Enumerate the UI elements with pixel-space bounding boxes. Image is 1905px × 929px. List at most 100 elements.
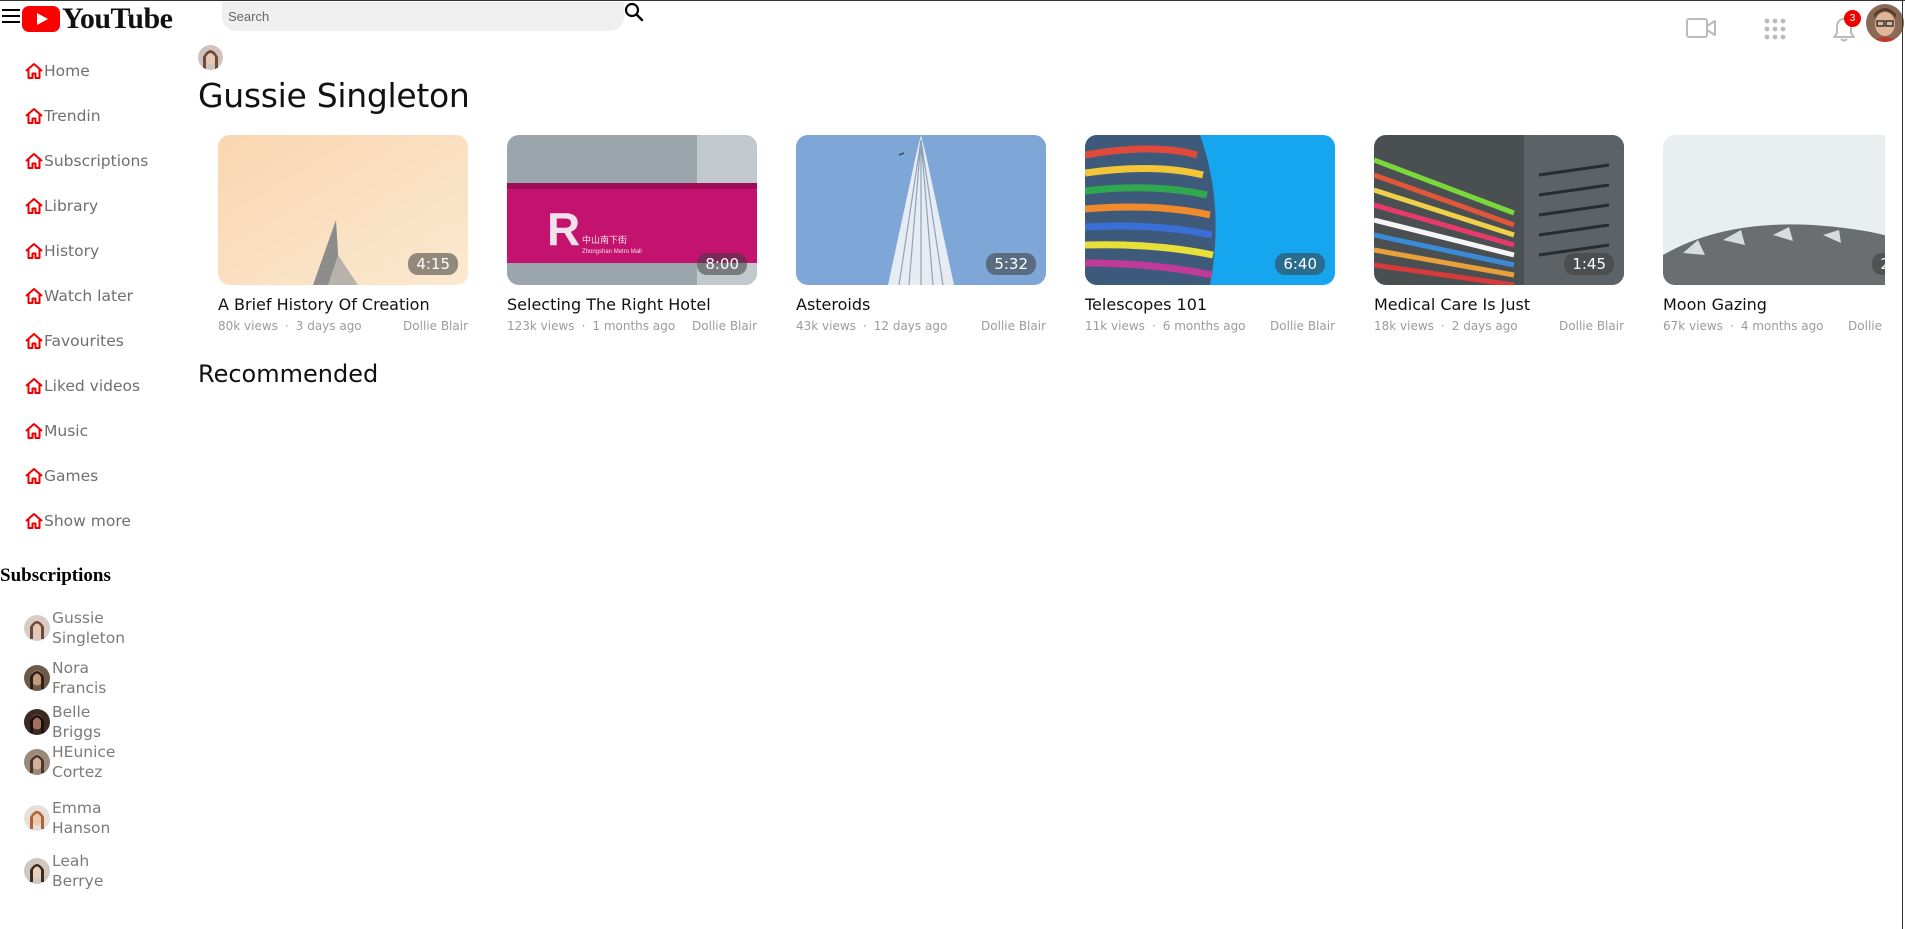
home-icon xyxy=(24,61,44,81)
subscription-avatar xyxy=(24,709,50,735)
youtube-logo[interactable]: YouTube xyxy=(22,0,173,38)
video-card[interactable]: 2: Moon Gazing 67k views · 4 months ago Dolli… xyxy=(1663,135,1885,333)
video-thumbnail[interactable]: 5:32 xyxy=(796,135,1046,285)
subscription-name: Emma Hanson xyxy=(52,799,111,837)
sidebar-item-games[interactable]: Games xyxy=(0,453,185,498)
video-title[interactable]: Selecting The Right Hotel xyxy=(507,295,757,314)
video-author[interactable]: Dollie Blair xyxy=(692,319,757,333)
recommended-heading: Recommended xyxy=(198,360,379,388)
logo-text: YouTube xyxy=(62,2,173,35)
subscription-item[interactable]: Emma Hanson xyxy=(0,798,142,838)
video-card[interactable]: R 中山南下街 Zhongshan Metro Mall 8:00 Selecting … xyxy=(507,135,757,333)
window-top-border xyxy=(0,0,1905,1)
video-thumbnail[interactable]: 1:45 xyxy=(1374,135,1624,285)
video-thumbnail[interactable]: 6:40 xyxy=(1085,135,1335,285)
video-thumbnail[interactable]: 4:15 xyxy=(218,135,468,285)
home-icon xyxy=(24,196,44,216)
home-icon xyxy=(24,106,44,126)
create-video-icon[interactable] xyxy=(1686,17,1716,39)
search-input[interactable] xyxy=(222,2,608,31)
video-meta: 123k views · 1 months ago Dollie Blair xyxy=(507,319,757,333)
notification-count-badge: 3 xyxy=(1844,10,1861,27)
video-card[interactable]: 6:40 Telescopes 101 11k views · 6 months ago… xyxy=(1085,135,1335,333)
subscription-item[interactable]: Gussie Singleton xyxy=(0,608,142,648)
subscription-name: Gussie Singleton xyxy=(52,609,126,647)
video-thumbnail[interactable]: 2: xyxy=(1663,135,1885,285)
video-title[interactable]: A Brief History Of Creation xyxy=(218,295,468,314)
video-age: 12 days ago xyxy=(873,319,948,333)
video-title[interactable]: Moon Gazing xyxy=(1663,295,1885,314)
video-author[interactable]: Dollie Blair xyxy=(1270,319,1335,333)
video-author[interactable]: Dollie Blair xyxy=(981,319,1046,333)
user-avatar[interactable] xyxy=(1866,4,1904,42)
video-views: 80k views xyxy=(218,319,278,333)
sidebar-item-music[interactable]: Music xyxy=(0,408,185,453)
home-icon xyxy=(24,376,44,396)
subscription-avatar xyxy=(24,665,50,691)
channel-avatar[interactable] xyxy=(198,45,223,70)
subscription-item[interactable]: Leah Berrye xyxy=(0,851,142,891)
search-box xyxy=(222,2,624,31)
video-meta: 43k views · 12 days ago Dollie Blair xyxy=(796,319,1046,333)
sidebar-item-liked-videos[interactable]: Liked videos xyxy=(0,363,185,408)
separator-dot: · xyxy=(1729,319,1734,333)
menu-icon[interactable] xyxy=(2,9,20,25)
subscription-avatar xyxy=(24,749,50,775)
separator-dot: · xyxy=(581,319,586,333)
video-title[interactable]: Telescopes 101 xyxy=(1085,295,1335,314)
video-thumbnail[interactable]: R 中山南下街 Zhongshan Metro Mall 8:00 xyxy=(507,135,757,285)
separator-dot: · xyxy=(1151,319,1156,333)
video-card[interactable]: 1:45 Medical Care Is Just 18k views · 2 days… xyxy=(1374,135,1624,333)
sidebar-item-label: Games xyxy=(44,466,99,485)
video-title[interactable]: Medical Care Is Just xyxy=(1374,295,1624,314)
sidebar-nav: Home Trendin Subscriptions Library History Wa… xyxy=(0,48,185,543)
subscription-item[interactable]: Belle Briggs xyxy=(0,702,142,742)
sidebar-item-library[interactable]: Library xyxy=(0,183,185,228)
subscription-avatar xyxy=(24,805,50,831)
sidebar-item-trendin[interactable]: Trendin xyxy=(0,93,185,138)
video-card[interactable]: 4:15 A Brief History Of Creation 80k views… xyxy=(218,135,468,333)
sidebar-item-label: Music xyxy=(44,421,89,440)
video-views: 43k views xyxy=(796,319,856,333)
video-card[interactable]: 5:32 Asteroids 43k views · 12 days ago Dollie… xyxy=(796,135,1046,333)
video-author[interactable]: Dollie Blair xyxy=(403,319,468,333)
scrollbar-edge xyxy=(1902,0,1903,929)
subscription-name: Belle Briggs xyxy=(52,703,102,741)
video-title[interactable]: Asteroids xyxy=(796,295,1046,314)
svg-text:Zhongshan Metro Mall: Zhongshan Metro Mall xyxy=(582,249,642,255)
sidebar-item-label: Watch later xyxy=(44,286,133,305)
video-duration: 1:45 xyxy=(1564,253,1614,275)
video-duration: 4:15 xyxy=(408,253,458,275)
video-meta: 18k views · 2 days ago Dollie Blair xyxy=(1374,319,1624,333)
video-views: 67k views xyxy=(1663,319,1723,333)
sidebar-item-show-more[interactable]: Show more xyxy=(0,498,185,543)
video-duration: 5:32 xyxy=(986,253,1036,275)
sidebar-item-favourites[interactable]: Favourites xyxy=(0,318,185,363)
video-age: 2 days ago xyxy=(1451,319,1518,333)
play-logo-icon xyxy=(22,6,60,32)
search-icon[interactable] xyxy=(624,2,644,22)
separator-dot: · xyxy=(284,319,289,333)
sidebar-item-history[interactable]: History xyxy=(0,228,185,273)
channel-name: Gussie Singleton xyxy=(198,76,470,115)
video-age: 6 months ago xyxy=(1162,319,1246,333)
video-age: 1 months ago xyxy=(592,319,676,333)
separator-dot: · xyxy=(1440,319,1445,333)
video-author[interactable]: Dollie Blair xyxy=(1559,319,1624,333)
sidebar-item-label: Home xyxy=(44,61,90,80)
sidebar-item-home[interactable]: Home xyxy=(0,48,185,93)
sidebar-item-label: Subscriptions xyxy=(44,151,149,170)
sidebar-item-subscriptions[interactable]: Subscriptions xyxy=(0,138,185,183)
subscription-item[interactable]: HEunice Cortez xyxy=(0,742,142,782)
video-author[interactable]: Dollie Blair xyxy=(1848,319,1885,333)
video-shelf: 4:15 A Brief History Of Creation 80k views… xyxy=(218,135,1885,345)
video-views: 18k views xyxy=(1374,319,1434,333)
home-icon xyxy=(24,241,44,261)
sidebar-item-label: History xyxy=(44,241,100,260)
sidebar-item-watch-later[interactable]: Watch later xyxy=(0,273,185,318)
home-icon xyxy=(24,421,44,441)
apps-grid-icon[interactable] xyxy=(1763,17,1787,41)
subscription-item[interactable]: Nora Francis xyxy=(0,658,142,698)
subscription-avatar xyxy=(24,615,50,641)
sidebar-item-label: Favourites xyxy=(44,331,124,350)
